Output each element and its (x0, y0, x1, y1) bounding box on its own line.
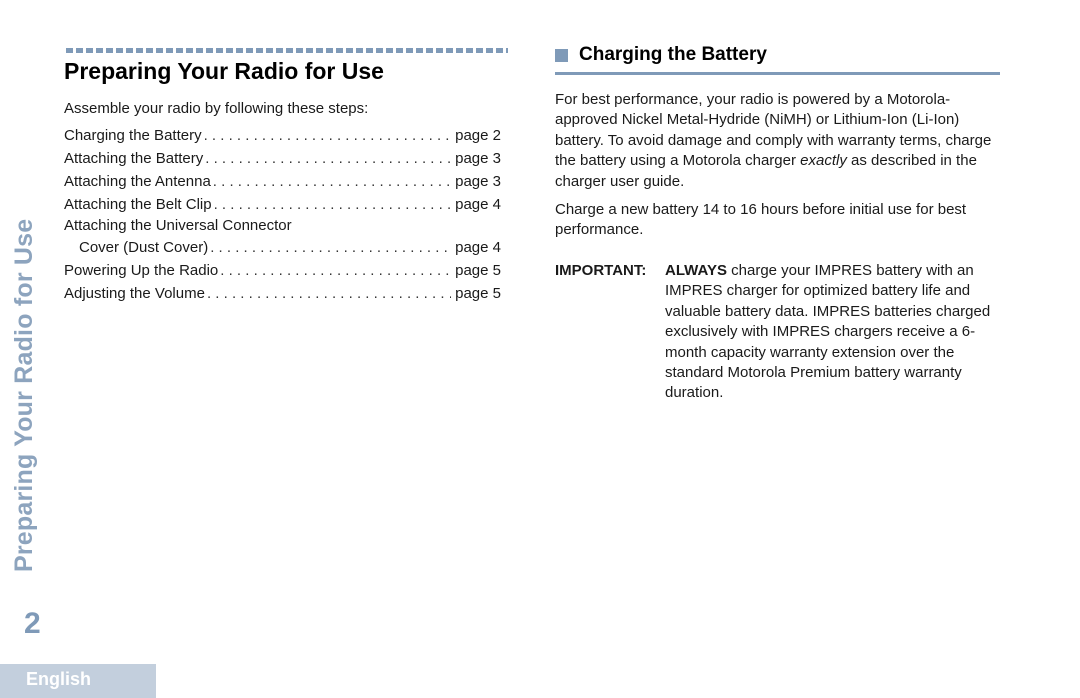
side-section-title: Preparing Your Radio for Use (10, 218, 38, 572)
toc-item-label: Adjusting the Volume (64, 285, 205, 302)
section-dash-rule (66, 48, 508, 53)
battery-description: For best performance, your radio is powe… (555, 90, 1000, 192)
toc-leader (205, 147, 451, 170)
toc-leader (207, 282, 451, 305)
heading-text: Charging the Battery (579, 44, 767, 65)
toc-item-label: Powering Up the Radio (64, 262, 219, 279)
square-bullet-icon (555, 48, 568, 62)
toc-item-page: page 3 (455, 173, 501, 190)
toc-list: Charging the Battery page 2 Attaching th… (64, 124, 501, 305)
important-text: charge your IMPRES battery with an IMPRE… (665, 262, 991, 402)
toc-item-label-cont: Cover (Dust Cover) (79, 239, 209, 256)
language-tab[interactable]: English (0, 664, 156, 698)
important-lead: ALWAYS (665, 262, 727, 279)
toc-item[interactable]: Attaching the Antenna page 3 (64, 170, 501, 193)
emphasis-text: exactly (800, 152, 847, 170)
charge-instructions: Charge a new battery 14 to 16 hours befo… (555, 201, 967, 239)
page-number: 2 (24, 607, 41, 640)
toc-item-page: page 3 (455, 150, 501, 167)
toc-item-page: page 4 (455, 196, 501, 213)
toc-item-label: Attaching the Battery (64, 150, 204, 167)
charging-battery-heading: Charging the Battery (555, 44, 1000, 75)
toc-item[interactable]: Attaching the Universal Connector Cover … (64, 216, 501, 259)
toc-item-label: Attaching the Universal Connector (64, 217, 292, 234)
toc-leader (213, 170, 451, 193)
toc-item[interactable]: Attaching the Belt Clip page 4 (64, 193, 501, 216)
important-body: ALWAYS charge your IMPRES battery with a… (665, 261, 1000, 404)
toc-item[interactable]: Powering Up the Radio page 5 (64, 259, 501, 282)
toc-leader (220, 259, 451, 282)
toc-item-label: Attaching the Belt Clip (64, 196, 212, 213)
toc-item-page: page 5 (455, 285, 501, 302)
toc-leader (210, 236, 451, 259)
important-label: IMPORTANT: (555, 262, 647, 279)
section-title: Preparing Your Radio for Use (64, 58, 384, 84)
toc-item[interactable]: Attaching the Battery page 3 (64, 147, 501, 170)
toc-item[interactable]: Adjusting the Volume page 5 (64, 282, 501, 305)
toc-leader (214, 193, 452, 216)
toc-leader (204, 124, 452, 147)
toc-item-page: page 5 (455, 262, 501, 279)
intro-text: Assemble your radio by following these s… (64, 100, 369, 117)
toc-item-page: page 4 (455, 239, 501, 256)
toc-item[interactable]: Charging the Battery page 2 (64, 124, 501, 147)
toc-item-label: Attaching the Antenna (64, 173, 211, 190)
toc-item-label: Charging the Battery (64, 127, 202, 144)
important-note: IMPORTANT: ALWAYS charge your IMPRES bat… (555, 261, 1000, 404)
toc-item-page: page 2 (455, 127, 501, 144)
